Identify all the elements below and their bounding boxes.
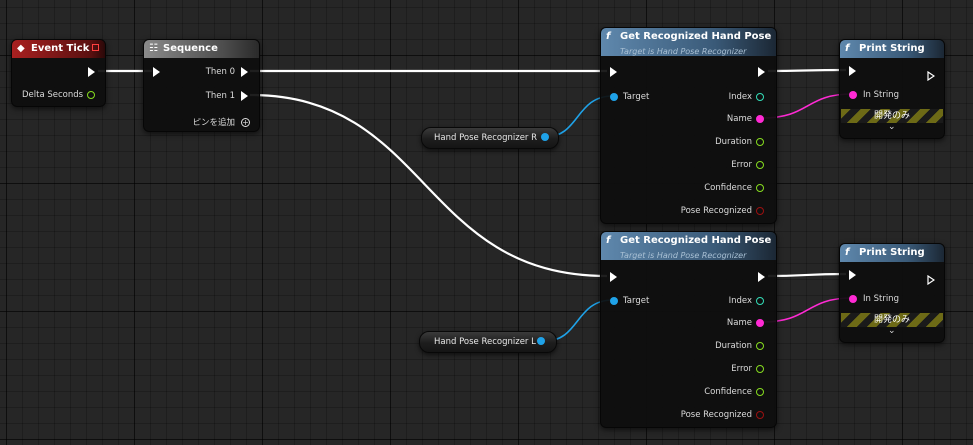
hand-pose-recognizer-r-var[interactable]: Hand Pose Recognizer R bbox=[421, 127, 559, 149]
pose-recognized-pin-1[interactable] bbox=[756, 207, 764, 215]
target-label-2: Target bbox=[623, 296, 650, 306]
get-pose-exec-out-pin-2[interactable] bbox=[758, 272, 765, 282]
add-pin-plus-icon[interactable]: + bbox=[241, 118, 250, 127]
target-pin-1[interactable] bbox=[610, 93, 618, 101]
in-string-pin-1[interactable] bbox=[849, 91, 857, 99]
add-pin-label[interactable]: ピンを追加 bbox=[192, 118, 235, 128]
function-f-icon: f bbox=[845, 247, 850, 258]
print-string-header-2[interactable]: f Print String bbox=[840, 244, 944, 262]
sequence-icon: ☷ bbox=[149, 43, 158, 54]
in-string-pin-2[interactable] bbox=[849, 295, 857, 303]
print-string-title-2: Print String bbox=[859, 247, 925, 258]
sequence-title: Sequence bbox=[163, 43, 218, 54]
target-pin-2[interactable] bbox=[610, 297, 618, 305]
get-pose-exec-in-pin-1[interactable] bbox=[610, 67, 617, 77]
exec-wire-getpose-r-to-print-1 bbox=[767, 68, 847, 73]
get-pose-subtitle-1: Target is Hand Pose Recognizer bbox=[620, 47, 747, 56]
then1-exec-out-pin[interactable] bbox=[241, 91, 248, 101]
in-string-label-2: In String bbox=[863, 294, 899, 304]
get-recognized-hand-pose-node-1[interactable]: f Get Recognized Hand Pose Target is Han… bbox=[600, 27, 777, 224]
sequence-node[interactable]: ☷ Sequence Then 0 Then 1 ピンを追加 + bbox=[143, 39, 260, 132]
chevron-down-icon[interactable]: ⌄ bbox=[888, 122, 896, 132]
duration-label-2: Duration bbox=[715, 341, 752, 351]
function-f-icon: f bbox=[845, 43, 850, 54]
hand-pose-recognizer-l-label: Hand Pose Recognizer L bbox=[434, 337, 536, 347]
duration-label-1: Duration bbox=[715, 137, 752, 147]
duration-pin-2[interactable] bbox=[756, 342, 764, 350]
name-label-1: Name bbox=[726, 114, 752, 124]
print-string-exec-in-pin-2[interactable] bbox=[849, 270, 856, 280]
pose-recognized-pin-2[interactable] bbox=[756, 411, 764, 419]
event-tick-node[interactable]: ◆ Event Tick Delta Seconds bbox=[11, 39, 106, 107]
get-pose-title-1: Get Recognized Hand Pose bbox=[620, 31, 772, 42]
get-pose-exec-in-pin-2[interactable] bbox=[610, 272, 617, 282]
get-pose-subtitle-2: Target is Hand Pose Recognizer bbox=[620, 251, 747, 260]
then0-label: Then 0 bbox=[205, 67, 235, 77]
chevron-down-icon[interactable]: ⌄ bbox=[888, 326, 896, 336]
event-diamond-icon: ◆ bbox=[17, 43, 25, 54]
development-only-banner-1: 開発のみ bbox=[841, 109, 943, 123]
delta-seconds-pin[interactable] bbox=[87, 91, 95, 99]
print-string-exec-out-pin-2[interactable] bbox=[927, 270, 935, 290]
function-f-icon: f bbox=[606, 235, 611, 246]
hand-pose-recognizer-l-var[interactable]: Hand Pose Recognizer L bbox=[419, 331, 557, 353]
in-string-label-1: In String bbox=[863, 90, 899, 100]
print-string-exec-in-pin-1[interactable] bbox=[849, 66, 856, 76]
event-tick-exec-out-pin[interactable] bbox=[88, 67, 95, 77]
pose-recognized-label-1: Pose Recognized bbox=[680, 206, 752, 216]
hand-pose-recognizer-r-label: Hand Pose Recognizer R bbox=[434, 133, 538, 143]
duration-pin-1[interactable] bbox=[756, 138, 764, 146]
get-pose-title-2: Get Recognized Hand Pose bbox=[620, 235, 772, 246]
error-label-2: Error bbox=[731, 364, 752, 374]
confidence-label-2: Confidence bbox=[704, 387, 752, 397]
name-label-2: Name bbox=[726, 318, 752, 328]
var-r-object-pin[interactable] bbox=[541, 133, 549, 141]
then1-label: Then 1 bbox=[205, 91, 235, 101]
exec-wire-then1-to-getpose-l bbox=[249, 93, 608, 278]
exec-wire-getpose-l-to-print-2 bbox=[767, 272, 847, 278]
function-f-icon: f bbox=[606, 31, 611, 42]
event-tick-title: Event Tick bbox=[31, 43, 90, 54]
get-pose-header-1[interactable]: f Get Recognized Hand Pose Target is Han… bbox=[601, 28, 776, 56]
error-pin-2[interactable] bbox=[756, 365, 764, 373]
then0-exec-out-pin[interactable] bbox=[241, 67, 248, 77]
delegate-square-icon[interactable] bbox=[92, 44, 99, 51]
error-pin-1[interactable] bbox=[756, 161, 764, 169]
confidence-pin-2[interactable] bbox=[756, 388, 764, 396]
print-string-exec-out-pin-1[interactable] bbox=[927, 66, 935, 86]
delta-seconds-label: Delta Seconds bbox=[22, 90, 84, 100]
var-l-object-pin[interactable] bbox=[537, 337, 545, 345]
index-label-2: Index bbox=[728, 296, 752, 306]
confidence-label-1: Confidence bbox=[704, 183, 752, 193]
index-label-1: Index bbox=[728, 92, 752, 102]
index-pin-1[interactable] bbox=[756, 93, 764, 101]
name-pin-2[interactable] bbox=[756, 319, 764, 327]
sequence-header[interactable]: ☷ Sequence bbox=[144, 40, 259, 58]
print-string-node-1[interactable]: f Print String In String 開発のみ ⌄ bbox=[839, 39, 945, 139]
sequence-exec-in-pin[interactable] bbox=[153, 67, 160, 77]
print-string-title-1: Print String bbox=[859, 43, 925, 54]
get-recognized-hand-pose-node-2[interactable]: f Get Recognized Hand Pose Target is Han… bbox=[600, 231, 777, 428]
development-only-banner-2: 開発のみ bbox=[841, 313, 943, 327]
error-label-1: Error bbox=[731, 160, 752, 170]
target-label-1: Target bbox=[623, 92, 650, 102]
print-string-node-2[interactable]: f Print String In String 開発のみ ⌄ bbox=[839, 243, 945, 343]
get-pose-header-2[interactable]: f Get Recognized Hand Pose Target is Han… bbox=[601, 232, 776, 260]
name-pin-1[interactable] bbox=[756, 115, 764, 123]
index-pin-2[interactable] bbox=[756, 297, 764, 305]
pose-recognized-label-2: Pose Recognized bbox=[680, 410, 752, 420]
print-string-header-1[interactable]: f Print String bbox=[840, 40, 944, 58]
get-pose-exec-out-pin-1[interactable] bbox=[758, 67, 765, 77]
confidence-pin-1[interactable] bbox=[756, 184, 764, 192]
